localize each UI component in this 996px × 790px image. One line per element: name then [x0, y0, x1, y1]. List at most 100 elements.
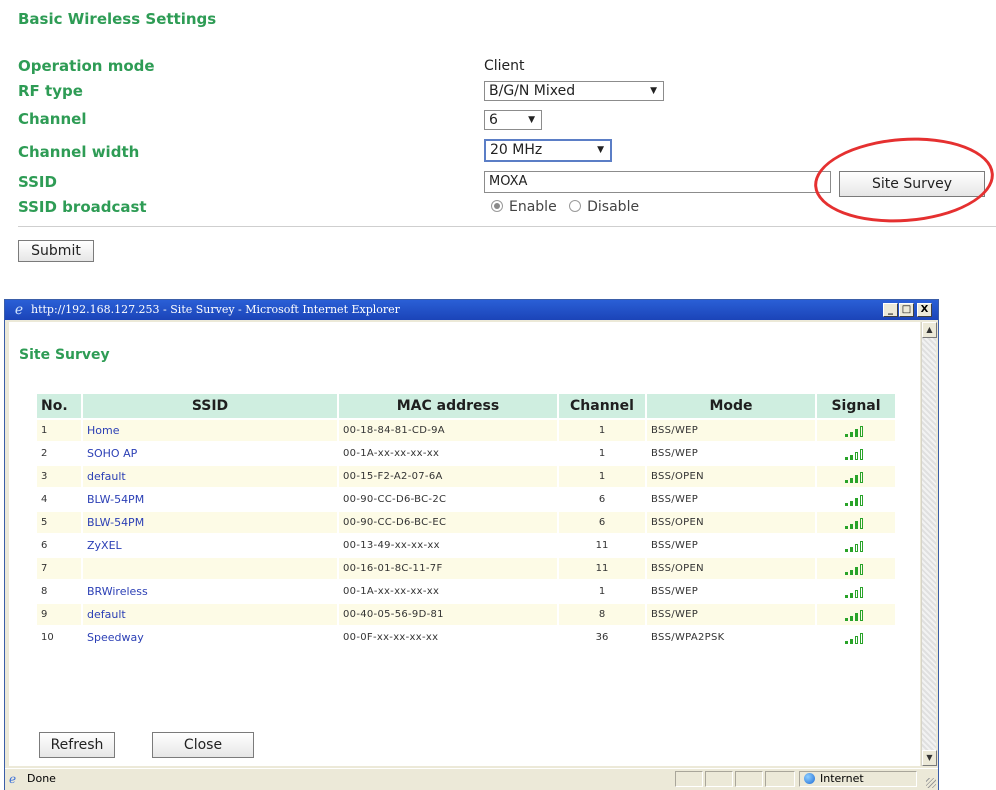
- table-row: 7 00-16-01-8C-11-7F 11 BSS/OPEN: [37, 558, 895, 579]
- signal-bar: [845, 640, 848, 644]
- close-button[interactable]: Close: [152, 732, 254, 758]
- enable-radio[interactable]: [491, 200, 503, 212]
- cell-channel: 1: [559, 443, 645, 464]
- cell-ssid: default: [83, 604, 337, 625]
- cell-channel: 6: [559, 489, 645, 510]
- signal-bar: [855, 474, 858, 483]
- cell-no: 7: [37, 558, 81, 579]
- signal-bar: [850, 477, 853, 483]
- window-titlebar[interactable]: ℯ http://192.168.127.253 - Site Survey -…: [5, 300, 938, 320]
- cell-signal: [817, 443, 895, 464]
- cell-no: 6: [37, 535, 81, 556]
- cell-no: 8: [37, 581, 81, 602]
- ssid-link[interactable]: Speedway: [87, 631, 144, 644]
- cell-mode: BSS/WPA2PSK: [647, 627, 815, 648]
- table-row: 4 BLW-54PM 00-90-CC-D6-BC-2C 6 BSS/WEP: [37, 489, 895, 510]
- table-row: 9 default 00-40-05-56-9D-81 8 BSS/WEP: [37, 604, 895, 625]
- cell-mac: 00-1A-xx-xx-xx-xx: [339, 443, 557, 464]
- vertical-scrollbar[interactable]: ▲ ▼: [921, 322, 937, 766]
- cell-ssid: default: [83, 466, 337, 487]
- table-row: 2 SOHO AP 00-1A-xx-xx-xx-xx 1 BSS/WEP: [37, 443, 895, 464]
- divider: [18, 226, 996, 227]
- ssid-link[interactable]: default: [87, 608, 126, 621]
- column-header-no: No.: [37, 394, 81, 418]
- channel-select[interactable]: 6 ▼: [484, 110, 542, 130]
- cell-mac: 00-90-CC-D6-BC-EC: [339, 512, 557, 533]
- signal-bar: [860, 448, 863, 460]
- status-pane: [705, 771, 733, 787]
- refresh-button[interactable]: Refresh: [39, 732, 115, 758]
- signal-bar: [850, 454, 853, 460]
- internet-explorer-icon: ℯ: [14, 302, 24, 318]
- signal-bar: [855, 497, 858, 506]
- disable-radio-label: Disable: [587, 199, 640, 215]
- cell-mac: 00-18-84-81-CD-9A: [339, 420, 557, 441]
- cell-ssid: BRWireless: [83, 581, 337, 602]
- ssid-link[interactable]: BLW-54PM: [87, 493, 144, 506]
- cell-no: 9: [37, 604, 81, 625]
- signal-bar: [845, 456, 848, 460]
- scroll-up-icon[interactable]: ▲: [922, 322, 937, 338]
- survey-table: No. SSID MAC address Channel Mode Signal…: [35, 392, 897, 650]
- channel-width-select[interactable]: 20 MHz ▼: [484, 139, 612, 162]
- cell-signal: [817, 466, 895, 487]
- signal-bar: [845, 548, 848, 552]
- signal-bar: [860, 540, 863, 552]
- enable-radio-label: Enable: [509, 199, 557, 215]
- cell-mode: BSS/WEP: [647, 443, 815, 464]
- cell-mode: BSS/OPEN: [647, 512, 815, 533]
- ssid-link[interactable]: ZyXEL: [87, 539, 122, 552]
- close-window-button[interactable]: X: [917, 303, 932, 317]
- cell-channel: 11: [559, 535, 645, 556]
- cell-ssid: SOHO AP: [83, 443, 337, 464]
- signal-bar: [850, 546, 853, 552]
- signal-bar: [855, 635, 858, 644]
- ssid-link[interactable]: SOHO AP: [87, 447, 137, 460]
- signal-bar: [850, 615, 853, 621]
- signal-bar: [860, 425, 863, 437]
- ssid-input[interactable]: MOXA: [484, 171, 831, 193]
- channel-width-label: Channel width: [18, 143, 140, 161]
- site-survey-window: ℯ http://192.168.127.253 - Site Survey -…: [4, 299, 939, 790]
- disable-radio[interactable]: [569, 200, 582, 212]
- cell-signal: [817, 604, 895, 625]
- ssid-broadcast-group: Enable Disable: [491, 199, 639, 215]
- signal-bar: [860, 517, 863, 529]
- signal-bar: [855, 543, 858, 552]
- column-header-ssid: SSID: [83, 394, 337, 418]
- cell-ssid: BLW-54PM: [83, 489, 337, 510]
- maximize-button[interactable]: □: [899, 303, 914, 317]
- column-header-channel: Channel: [559, 394, 645, 418]
- site-survey-button[interactable]: Site Survey: [839, 171, 985, 197]
- ssid-broadcast-label: SSID broadcast: [18, 198, 147, 216]
- minimize-button[interactable]: _: [883, 303, 898, 317]
- submit-button[interactable]: Submit: [18, 240, 94, 262]
- rf-type-label: RF type: [18, 82, 83, 100]
- status-pane: [675, 771, 703, 787]
- ssid-link[interactable]: BLW-54PM: [87, 516, 144, 529]
- ssid-link[interactable]: default: [87, 470, 126, 483]
- signal-bar: [860, 632, 863, 644]
- ssid-link[interactable]: BRWireless: [87, 585, 148, 598]
- signal-bar: [860, 609, 863, 621]
- cell-channel: 6: [559, 512, 645, 533]
- cell-mac: 00-13-49-xx-xx-xx: [339, 535, 557, 556]
- cell-signal: [817, 420, 895, 441]
- resize-grip-icon[interactable]: [926, 778, 936, 788]
- signal-bar: [860, 563, 863, 575]
- scroll-down-icon[interactable]: ▼: [922, 750, 937, 766]
- signal-bar: [855, 589, 858, 598]
- ssid-link[interactable]: Home: [87, 424, 119, 437]
- cell-mac: 00-90-CC-D6-BC-2C: [339, 489, 557, 510]
- signal-bar: [850, 569, 853, 575]
- signal-strength-icon: [845, 540, 867, 552]
- cell-signal: [817, 627, 895, 648]
- ssid-label: SSID: [18, 173, 57, 191]
- cell-mode: BSS/OPEN: [647, 466, 815, 487]
- signal-bar: [845, 479, 848, 483]
- cell-mode: BSS/WEP: [647, 489, 815, 510]
- rf-type-select[interactable]: B/G/N Mixed ▼: [484, 81, 664, 101]
- cell-ssid: Speedway: [83, 627, 337, 648]
- window-title: http://192.168.127.253 - Site Survey - M…: [31, 303, 400, 316]
- cell-channel: 11: [559, 558, 645, 579]
